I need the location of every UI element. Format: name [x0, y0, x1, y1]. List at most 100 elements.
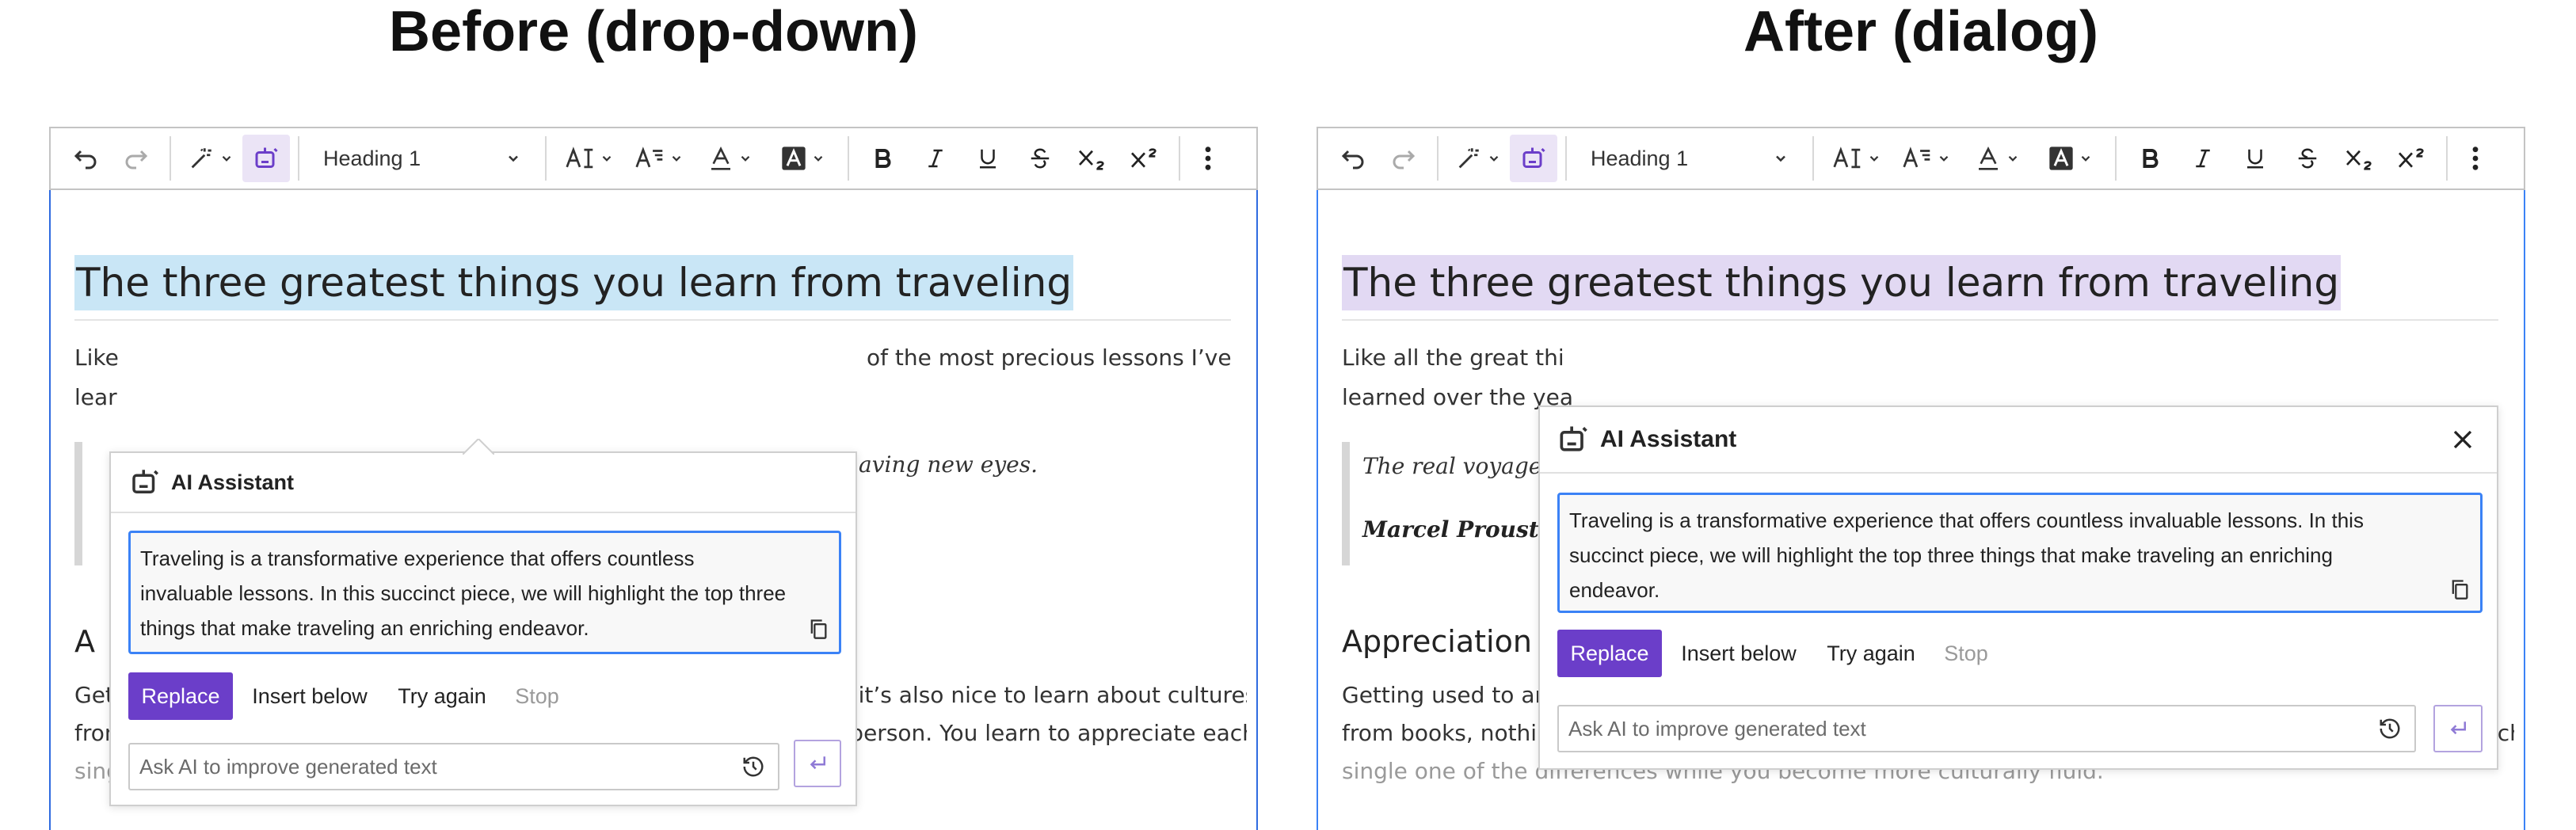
italic-button[interactable] [2177, 135, 2229, 182]
history-icon[interactable] [2378, 717, 2402, 741]
heading-divider [1342, 319, 2498, 321]
close-icon[interactable] [2451, 428, 2475, 451]
subscript-button[interactable] [1066, 135, 1118, 182]
heading-dropdown[interactable]: Heading 1 [307, 135, 537, 182]
font-background-icon [782, 147, 806, 170]
ai-commands-dropdown[interactable] [179, 135, 242, 182]
heading-dropdown-label: Heading 1 [323, 146, 421, 170]
ai-assistant-title: AI Assistant [1600, 426, 1737, 452]
font-family-icon [635, 147, 663, 168]
chevron-down-icon [602, 155, 612, 162]
ai-commands-dropdown[interactable] [1446, 135, 1510, 182]
blockquote-author: Marcel Proust [1362, 516, 1539, 543]
bold-icon [875, 149, 891, 168]
ai-prompt-placeholder: Ask AI to improve generated text [139, 754, 437, 779]
superscript-icon [1131, 148, 1157, 168]
history-icon[interactable] [741, 755, 765, 779]
more-button[interactable] [2456, 135, 2495, 182]
more-icon [2472, 147, 2479, 170]
chevron-down-icon [1869, 155, 1879, 162]
superscript-button[interactable] [1118, 135, 1171, 182]
subscript-button[interactable] [2334, 135, 2386, 182]
undo-button[interactable] [60, 135, 111, 182]
ai-prompt-input[interactable]: Ask AI to improve generated text [128, 743, 779, 790]
chevron-down-icon [814, 155, 823, 162]
font-size-dropdown[interactable] [1822, 135, 1892, 182]
redo-button[interactable] [1378, 135, 1429, 182]
ai-output-box[interactable]: Traveling is a transformative experience… [128, 531, 841, 654]
toolbar-separator [170, 136, 171, 181]
font-family-dropdown[interactable] [1892, 135, 1961, 182]
enter-icon [810, 756, 825, 770]
ai-prompt-placeholder: Ask AI to improve generated text [1568, 716, 1866, 741]
underline-button[interactable] [962, 135, 1014, 182]
font-size-dropdown[interactable] [554, 135, 624, 182]
superscript-icon [2399, 148, 2424, 168]
superscript-button[interactable] [2386, 135, 2438, 182]
ai-output-box[interactable]: Traveling is a transformative experience… [1557, 493, 2483, 613]
ai-action-row: Replace Insert below Try again Stop [1557, 629, 2006, 678]
chevron-down-icon [222, 155, 231, 162]
copy-icon[interactable] [2448, 577, 2471, 601]
toolbar-separator [848, 136, 849, 181]
undo-button[interactable] [1328, 135, 1378, 182]
editor-content[interactable]: The three greatest things you learn from… [49, 190, 1258, 830]
chevron-down-icon [2081, 155, 2090, 162]
font-background-dropdown[interactable] [767, 135, 840, 182]
replace-button[interactable]: Replace [128, 672, 233, 720]
stop-button[interactable]: Stop [1926, 630, 2006, 677]
ai-assistant-button[interactable] [242, 135, 290, 182]
stop-button[interactable]: Stop [497, 672, 577, 720]
toolbar-separator [1812, 136, 1814, 181]
chevron-down-icon [1489, 155, 1499, 162]
ai-assistant-button[interactable] [1510, 135, 1557, 182]
chevron-down-icon [672, 155, 681, 162]
ai-commands-icon [1458, 148, 1479, 169]
ai-submit-button[interactable] [794, 740, 841, 787]
redo-button[interactable] [111, 135, 162, 182]
strikethrough-button[interactable] [1014, 135, 1066, 182]
insert-below-button[interactable]: Insert below [1662, 630, 1816, 677]
toolbar: Heading 1 [1317, 127, 2525, 190]
italic-button[interactable] [909, 135, 962, 182]
ai-assistant-icon [1522, 147, 1545, 168]
replace-button[interactable]: Replace [1557, 630, 1662, 677]
chevron-down-icon [741, 155, 750, 162]
ai-prompt-input[interactable]: Ask AI to improve generated text [1557, 705, 2416, 752]
strikethrough-button[interactable] [2281, 135, 2334, 182]
more-button[interactable] [1188, 135, 1228, 182]
ai-assistant-icon [255, 147, 278, 168]
bold-icon [2143, 149, 2159, 168]
toolbar-separator [298, 136, 299, 181]
copy-icon[interactable] [807, 617, 829, 641]
toolbar-separator [1179, 136, 1180, 181]
try-again-button[interactable]: Try again [387, 672, 497, 720]
italic-icon [928, 149, 943, 168]
font-background-dropdown[interactable] [2034, 135, 2107, 182]
bold-button[interactable] [857, 135, 909, 182]
try-again-button[interactable]: Try again [1816, 630, 1926, 677]
ai-assistant-dialog: AI Assistant Traveling is a transformati… [1538, 405, 2498, 770]
ai-assistant-header: AI Assistant [111, 453, 855, 513]
ai-output-line: things that make traveling an enriching … [140, 616, 589, 640]
bold-button[interactable] [2124, 135, 2177, 182]
font-family-icon [1903, 147, 1930, 168]
ai-commands-icon [191, 148, 211, 169]
ai-submit-button[interactable] [2433, 705, 2483, 752]
font-color-dropdown[interactable] [1961, 135, 2034, 182]
font-color-dropdown[interactable] [694, 135, 767, 182]
font-family-dropdown[interactable] [624, 135, 694, 182]
section-heading: Appreciation of [1342, 624, 1571, 659]
document-heading: The three greatest things you learn from… [1342, 255, 2342, 310]
insert-below-button[interactable]: Insert below [233, 672, 387, 720]
document-heading: The three greatest things you learn from… [74, 255, 1074, 310]
editor-content[interactable]: The three greatest things you learn from… [1317, 190, 2525, 830]
ai-output-line: invaluable lessons. In this succinct pie… [140, 581, 787, 605]
toolbar-separator [1437, 136, 1439, 181]
heading-dropdown[interactable]: Heading 1 [1575, 135, 1804, 182]
section-heading: A [74, 624, 95, 659]
underline-button[interactable] [2229, 135, 2281, 182]
heading-dropdown-label: Heading 1 [1591, 146, 1689, 170]
font-background-icon [2049, 147, 2073, 170]
after-panel: After (dialog) Heading 1 The three great… [1317, 0, 2525, 830]
